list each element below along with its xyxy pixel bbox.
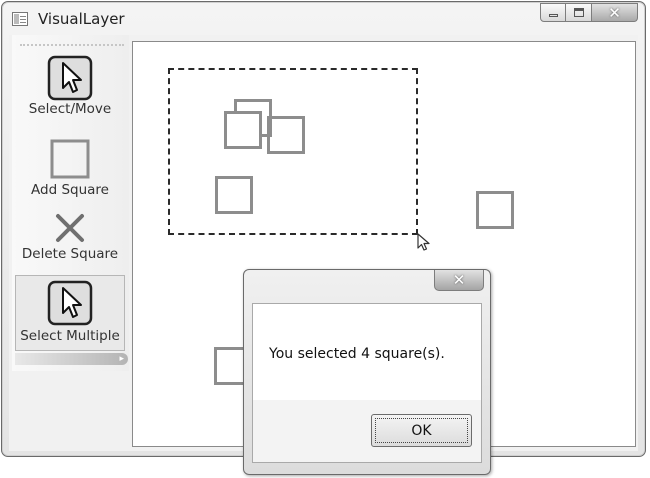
ok-button-label: OK [375,418,468,443]
dialog-message: You selected 4 square(s). [269,346,445,362]
caption-buttons: ✕ [540,3,638,24]
select-move-label: Select/Move [28,101,112,117]
x-icon [56,214,84,242]
close-icon: ✕ [452,271,466,289]
select-multiple-tool[interactable]: Select Multiple [15,275,125,351]
ok-button[interactable]: OK [371,414,472,447]
toolbar-overflow-button[interactable]: ▸ [15,353,128,365]
square-icon [50,139,90,179]
delete-square-label: Delete Square [21,246,119,262]
dialog-close-button[interactable]: ✕ [434,270,484,291]
close-icon: ✕ [608,3,621,22]
toolbar: Select/Move Add Square Delete Square Sel… [12,35,129,371]
message-dialog: ✕ You selected 4 square(s). OK [243,269,491,475]
window-title: VisualLayer [38,10,125,28]
selection-rectangle [168,68,418,235]
add-square-tool[interactable]: Add Square [15,139,125,201]
add-square-label: Add Square [31,182,109,198]
toolbar-grip[interactable] [20,44,124,46]
close-button[interactable]: ✕ [592,3,638,22]
minimize-icon [548,14,558,17]
dialog-body: You selected 4 square(s). OK [252,303,482,463]
mouse-pointer-icon [417,233,430,251]
overflow-chevron-icon: ▸ [119,354,124,364]
app-icon [12,12,28,26]
dialog-content: You selected 4 square(s). [253,304,481,400]
select-multiple-label: Select Multiple [20,328,120,344]
minimize-button[interactable] [540,3,566,22]
arrow-cursor-icon [47,280,93,326]
maximize-icon [573,8,584,17]
maximize-button[interactable] [566,3,592,22]
square[interactable] [476,191,514,229]
delete-square-tool[interactable]: Delete Square [15,212,125,264]
arrow-cursor-icon [47,55,93,101]
title-bar[interactable]: VisualLayer ✕ [2,2,645,34]
select-move-tool[interactable]: Select/Move [15,55,125,121]
